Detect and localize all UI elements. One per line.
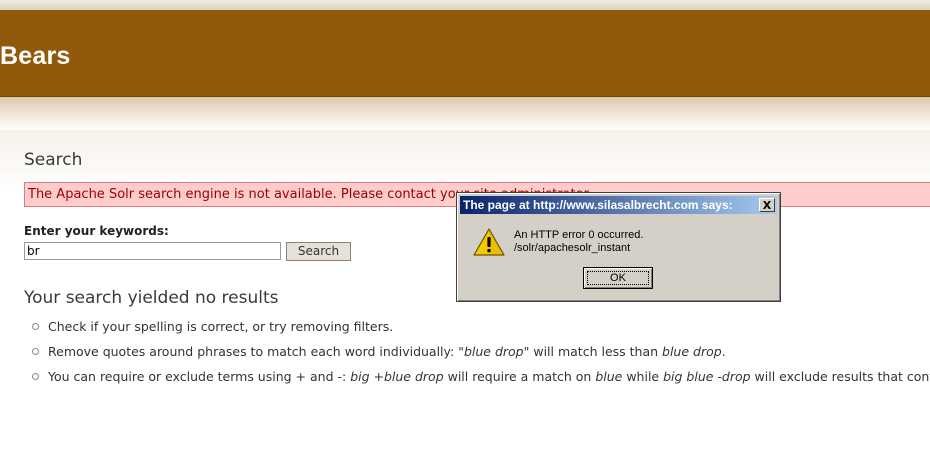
keywords-label: Enter your keywords: [24, 224, 169, 238]
tip-example: big blue -drop [663, 369, 751, 384]
tip-example: big +blue drop [350, 369, 444, 384]
list-item: Check if your spelling is correct, or tr… [31, 319, 394, 334]
tip-example: blue drop [662, 344, 722, 359]
tip-text: . [721, 344, 726, 359]
no-results-heading: Your search yielded no results [24, 288, 279, 308]
dialog-message: An HTTP error 0 occurred. [514, 229, 644, 241]
tip-text: while [622, 369, 664, 384]
list-item: You can require or exclude terms using +… [31, 369, 930, 384]
warning-icon [473, 228, 505, 256]
dialog-titlebar[interactable]: The page at http://www.silasalbrecht.com… [460, 196, 777, 214]
keywords-input[interactable] [24, 242, 281, 260]
ok-button[interactable]: OK [583, 267, 653, 289]
dialog-message-path: /solr/apachesolr_instant [514, 242, 631, 254]
tip-text: Check if your spelling is correct, or tr… [48, 319, 394, 334]
site-title[interactable]: Bears [0, 42, 71, 71]
search-button[interactable]: Search [286, 242, 351, 261]
page-title: Search [24, 150, 83, 170]
tip-text: You can require or exclude terms using +… [48, 369, 351, 384]
list-item: Remove quotes around phrases to match ea… [32, 344, 726, 359]
header-shadow [0, 97, 930, 130]
tip-text: will require a match on [443, 369, 596, 384]
tip-text: will match less than [529, 344, 663, 359]
tip-example: blue [595, 369, 623, 384]
dialog-close-button[interactable]: X [759, 198, 775, 212]
tip-text: Remove quotes around phrases to match ea… [48, 344, 459, 359]
tip-example: "blue drop" [458, 344, 530, 359]
tip-text: will exclude results that contain [754, 369, 930, 384]
alert-dialog: The page at http://www.silasalbrecht.com… [456, 192, 781, 302]
site-header [0, 10, 930, 97]
dialog-title: The page at http://www.silasalbrecht.com… [463, 198, 733, 212]
